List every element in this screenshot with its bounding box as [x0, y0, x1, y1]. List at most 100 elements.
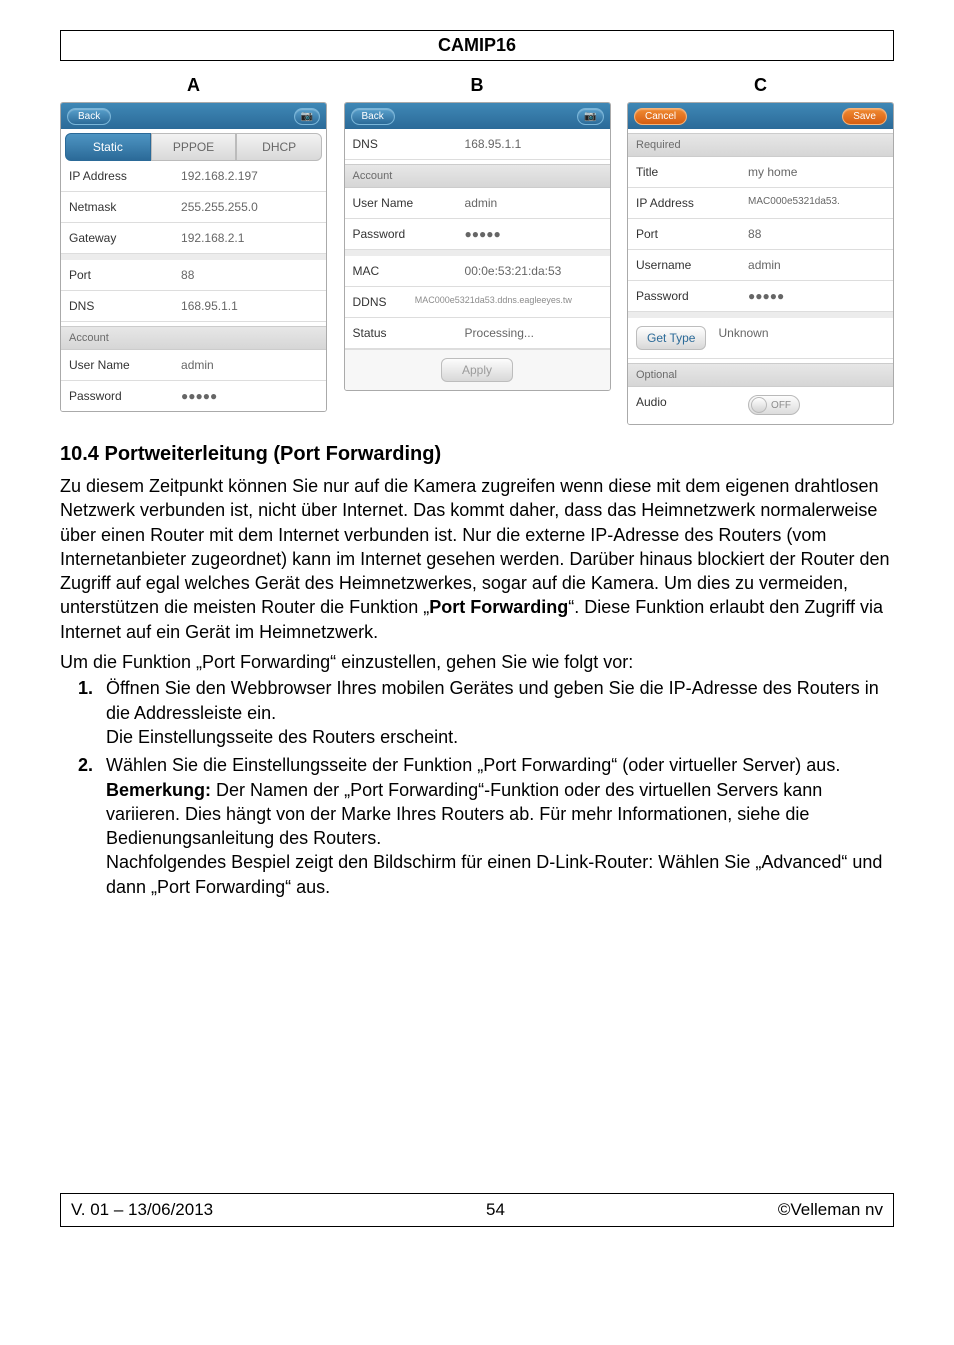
- step-1b: Die Einstellungsseite des Routers ersche…: [106, 727, 458, 747]
- column-c: C Cancel Save Required Title my home IP …: [627, 75, 894, 425]
- step-2c: Nachfolgendes Bespiel zeigt den Bildschi…: [106, 852, 882, 896]
- value-username: admin: [465, 196, 602, 210]
- row-gettype: Get Type Unknown: [628, 318, 893, 359]
- panel-c: Cancel Save Required Title my home IP Ad…: [627, 102, 894, 425]
- label-title: Title: [636, 165, 748, 179]
- row-password: Password ●●●●●: [628, 281, 893, 312]
- label-username: Username: [636, 258, 748, 272]
- account-header: Account: [345, 164, 610, 188]
- row-username: Username admin: [628, 250, 893, 281]
- logo-icon: 📷: [577, 108, 603, 125]
- step-1a: Öffnen Sie den Webbrowser Ihres mobilen …: [106, 678, 879, 722]
- column-b-label: B: [471, 75, 484, 96]
- required-header: Required: [628, 133, 893, 157]
- column-a: A Back 📷 Static PPPOE DHCP IP Address 19…: [60, 75, 327, 425]
- apply-button[interactable]: Apply: [441, 358, 513, 382]
- row-title: Title my home: [628, 157, 893, 188]
- value-password: ●●●●●: [181, 389, 318, 403]
- label-port: Port: [69, 268, 181, 282]
- audio-toggle-off[interactable]: OFF: [748, 395, 800, 415]
- row-password: Password ●●●●●: [345, 219, 610, 250]
- value-status: Processing...: [465, 326, 602, 340]
- label-password: Password: [69, 389, 181, 403]
- apply-row: Apply: [345, 349, 610, 390]
- optional-header: Optional: [628, 363, 893, 387]
- page-footer: V. 01 – 13/06/2013 54 ©Velleman nv: [60, 1193, 894, 1227]
- logo-icon: 📷: [294, 108, 320, 125]
- back-button[interactable]: Back: [67, 108, 111, 125]
- page-title: CAMIP16: [60, 30, 894, 61]
- label-gateway: Gateway: [69, 231, 181, 245]
- step-2a: Wählen Sie die Einstellungsseite der Fun…: [106, 755, 840, 775]
- row-dns: DNS 168.95.1.1: [345, 129, 610, 160]
- label-ip: IP Address: [69, 169, 181, 183]
- step-2: Wählen Sie die Einstellungsseite der Fun…: [98, 753, 894, 899]
- panel-c-topbar: Cancel Save: [628, 103, 893, 129]
- value-port: 88: [748, 227, 885, 241]
- row-port: Port 88: [628, 219, 893, 250]
- save-button[interactable]: Save: [842, 108, 887, 125]
- value-ip: 192.168.2.197: [181, 169, 318, 183]
- column-c-label: C: [754, 75, 767, 96]
- value-username: admin: [181, 358, 318, 372]
- label-password: Password: [636, 289, 748, 303]
- column-b: B Back 📷 DNS 168.95.1.1 Account User Nam…: [344, 75, 611, 425]
- column-a-label: A: [187, 75, 200, 96]
- label-password: Password: [353, 227, 465, 241]
- value-netmask: 255.255.255.0: [181, 200, 318, 214]
- row-password: Password ●●●●●: [61, 381, 326, 411]
- note-label: Bemerkung:: [106, 780, 211, 800]
- cancel-button[interactable]: Cancel: [634, 108, 687, 125]
- account-header: Account: [61, 326, 326, 350]
- value-port: 88: [181, 268, 318, 282]
- value-mac: 00:0e:53:21:da:53: [465, 264, 602, 278]
- label-dns: DNS: [353, 137, 465, 151]
- value-gettype: Unknown: [718, 326, 768, 350]
- value-password: ●●●●●: [465, 227, 602, 241]
- row-username: User Name admin: [345, 188, 610, 219]
- tab-static[interactable]: Static: [65, 133, 151, 161]
- back-button[interactable]: Back: [351, 108, 395, 125]
- get-type-button[interactable]: Get Type: [636, 326, 706, 350]
- label-ip: IP Address: [636, 196, 748, 210]
- value-username: admin: [748, 258, 885, 272]
- value-audio[interactable]: OFF: [748, 395, 885, 416]
- tab-dhcp[interactable]: DHCP: [236, 133, 322, 161]
- row-username: User Name admin: [61, 350, 326, 381]
- label-username: User Name: [69, 358, 181, 372]
- row-ip: IP Address 192.168.2.197: [61, 161, 326, 192]
- row-netmask: Netmask 255.255.255.0: [61, 192, 326, 223]
- panel-b-topbar: Back 📷: [345, 103, 610, 129]
- footer-version: V. 01 – 13/06/2013: [71, 1200, 213, 1220]
- row-mac: MAC 00:0e:53:21:da:53: [345, 256, 610, 287]
- label-status: Status: [353, 326, 465, 340]
- row-ip: IP Address MAC000e5321da53.: [628, 188, 893, 219]
- row-gateway: Gateway 192.168.2.1: [61, 223, 326, 254]
- footer-copyright: ©Velleman nv: [778, 1200, 883, 1220]
- step-1: Öffnen Sie den Webbrowser Ihres mobilen …: [98, 676, 894, 749]
- section-heading: 10.4 Portweiterleitung (Port Forwarding): [60, 443, 894, 466]
- value-dns: 168.95.1.1: [465, 137, 602, 151]
- row-status: Status Processing...: [345, 318, 610, 349]
- tab-pppoe[interactable]: PPPOE: [151, 133, 237, 161]
- row-ddns: DDNS MAC000e5321da53.ddns.eagleeyes.tw: [345, 287, 610, 318]
- panel-a: Back 📷 Static PPPOE DHCP IP Address 192.…: [60, 102, 327, 412]
- label-username: User Name: [353, 196, 465, 210]
- step-2b: Der Namen der „Port Forwarding“-Funktion…: [106, 780, 822, 849]
- label-mac: MAC: [353, 264, 465, 278]
- steps-list: Öffnen Sie den Webbrowser Ihres mobilen …: [60, 676, 894, 899]
- row-audio: Audio OFF: [628, 387, 893, 424]
- panel-b: Back 📷 DNS 168.95.1.1 Account User Name …: [344, 102, 611, 391]
- paragraph-1: Zu diesem Zeitpunkt können Sie nur auf d…: [60, 474, 894, 644]
- value-gateway: 192.168.2.1: [181, 231, 318, 245]
- value-ip: MAC000e5321da53.: [748, 196, 885, 210]
- value-title: my home: [748, 165, 885, 179]
- panel-a-topbar: Back 📷: [61, 103, 326, 129]
- label-dns: DNS: [69, 299, 181, 313]
- label-port: Port: [636, 227, 748, 241]
- network-type-tabs: Static PPPOE DHCP: [61, 129, 326, 161]
- footer-page-number: 54: [486, 1200, 505, 1220]
- label-audio: Audio: [636, 395, 748, 416]
- value-ddns: MAC000e5321da53.ddns.eagleeyes.tw: [415, 295, 602, 309]
- label-ddns: DDNS: [353, 295, 415, 309]
